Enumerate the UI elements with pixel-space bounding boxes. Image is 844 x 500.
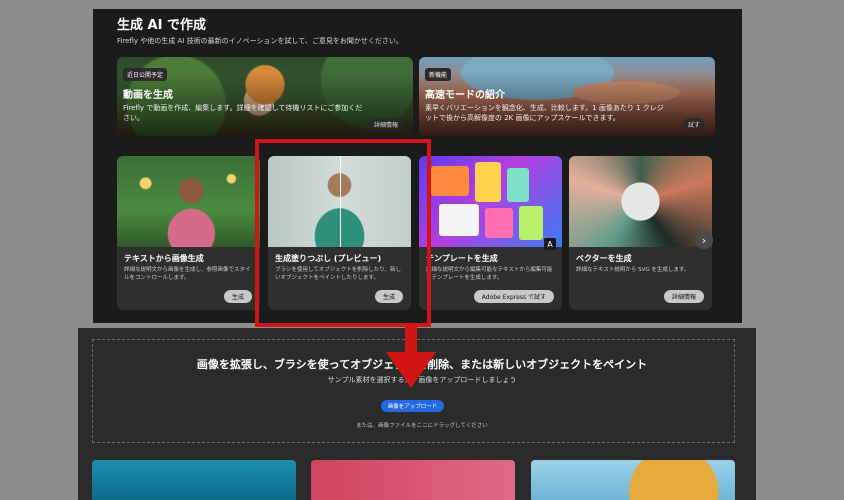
highlight-box	[255, 139, 431, 327]
promo-title: 高速モードの紹介	[425, 90, 505, 101]
template-tile	[475, 162, 501, 202]
promo-video-card[interactable]: 近日公開予定 動画を生成 Firefly で動画を作成、編集します。詳細を確認し…	[117, 57, 413, 136]
card-title: テキストから画像生成	[124, 254, 204, 263]
card-generate-template[interactable]: A テンプレートを生成 詳細な説明文から編集可能なテキストから編集可能なテンプレ…	[419, 156, 562, 310]
generate-button[interactable]: 生成	[223, 290, 252, 303]
section-subtitle: Firefly や他の生成 AI 技術の最新のイノベーションを試して、ご意見をお…	[117, 37, 403, 45]
card-description: 詳細な説明文から編集可能なテキストから編集可能なテンプレートを生成します。	[426, 267, 553, 281]
carousel-next-button[interactable]: ›	[695, 231, 713, 249]
new-feature-badge: 新機能	[425, 68, 452, 81]
arrow-head-icon	[386, 352, 436, 388]
arrow-down-icon	[405, 325, 417, 355]
card-description: 詳細なテキスト説明から SVG を生成します。	[576, 267, 690, 273]
card-text-to-image[interactable]: テキストから画像生成 詳細な説明文から画像を生成し、参照画像でスタイルをコントロ…	[117, 156, 260, 310]
chevron-right-icon: ›	[701, 233, 707, 247]
sample-image-thumbnail[interactable]	[311, 460, 515, 500]
template-tile	[431, 166, 469, 196]
promo-description: Firefly で動画を作成、編集します。詳細を確認して待機リストにご参加くださ…	[123, 104, 363, 122]
section-title: 生成 AI で作成	[117, 18, 206, 33]
promo-description: 素早くバリエーションを観念化、生成、比較します。1 画像あたり 1 クレジットで…	[425, 104, 664, 122]
card-description: 詳細な説明文から画像を生成し、参照画像でスタイルをコントロールします。	[124, 267, 251, 281]
try-button[interactable]: 試す	[682, 118, 705, 131]
template-tile	[485, 208, 513, 238]
card-generate-vector[interactable]: ベクターを生成 詳細なテキスト説明から SVG を生成します。 詳細情報	[569, 156, 712, 310]
coming-soon-badge: 近日公開予定	[123, 68, 168, 81]
adobe-express-icon: A	[544, 238, 556, 250]
card-image	[569, 156, 712, 247]
upload-image-button[interactable]: 画像をアップロード	[381, 400, 444, 412]
promo-title: 動画を生成	[123, 90, 173, 101]
card-image	[117, 156, 260, 247]
learn-more-button[interactable]: 詳細情報	[663, 290, 704, 303]
card-title: テンプレートを生成	[426, 254, 498, 263]
template-tile	[507, 168, 529, 202]
promo-fast-mode-card[interactable]: 新機能 高速モードの紹介 素早くバリエーションを観念化、生成、比較します。1 画…	[419, 57, 715, 136]
sample-image-thumbnail[interactable]	[531, 460, 735, 500]
sample-image-thumbnail[interactable]	[92, 460, 296, 500]
card-image	[419, 156, 562, 247]
template-tile	[439, 204, 479, 236]
template-tile	[519, 206, 543, 240]
drag-hint: または、画像ファイルをここにドラッグしてください	[356, 423, 488, 429]
learn-more-button[interactable]: 詳細情報	[368, 118, 403, 131]
card-title: ベクターを生成	[576, 254, 632, 263]
try-adobe-express-button[interactable]: Adobe Express で試す	[473, 290, 554, 303]
